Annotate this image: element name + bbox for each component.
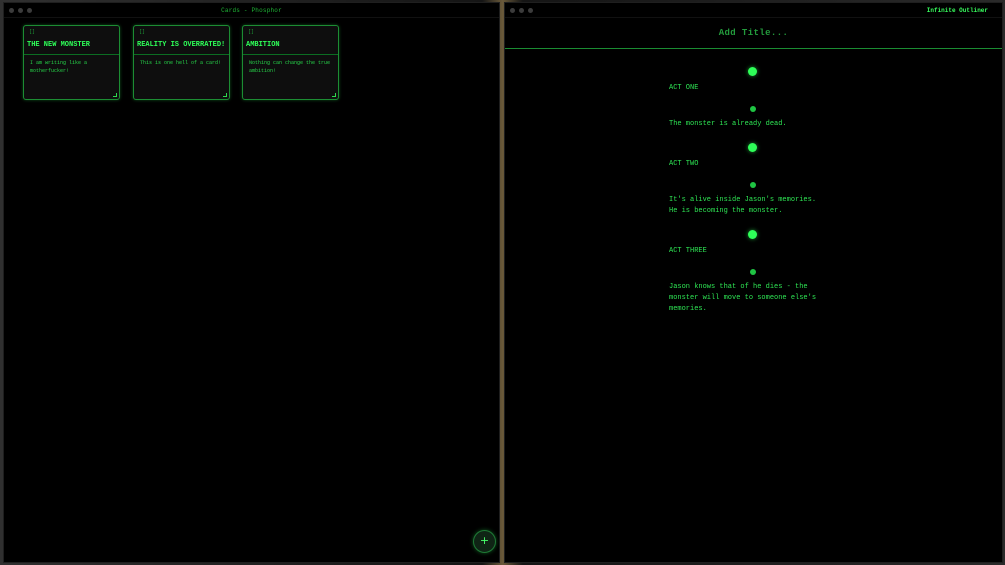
card-ambition[interactable]: [] AMBITION Nothing can change the true … [242,25,339,100]
outliner-window: Infinite Outliner Add Title... ACT ONE T… [504,2,1003,563]
bullet-icon[interactable] [750,269,756,275]
node-text[interactable]: ACT ONE [669,83,698,94]
cards-titlebar[interactable]: Cards - Phosphor [4,3,499,18]
resize-handle-icon[interactable] [113,93,117,97]
card-checkbox-icon[interactable]: [] [29,29,35,35]
node-text[interactable]: It's alive inside Jason's memories. He i… [669,195,816,217]
desktop: Cards - Phosphor [] THE NEW MONSTER I am… [0,0,1005,565]
bullet-icon[interactable] [750,182,756,188]
minimize-window-button[interactable] [519,7,524,13]
node-text[interactable]: The monster is already dead. [669,119,787,130]
bullet-icon[interactable] [748,143,757,152]
card-body[interactable]: I am writing like a motherfucker! [30,59,114,75]
window-title: Cards - Phosphor [221,6,282,14]
bullet-icon[interactable] [748,67,757,76]
card-checkbox-icon[interactable]: [] [139,29,145,35]
outline-title-input[interactable]: Add Title... [719,28,789,38]
resize-handle-icon[interactable] [332,93,336,97]
card-body[interactable]: This is one hell of a card! [140,59,224,67]
node-text[interactable]: ACT TWO [669,159,698,170]
card-title[interactable]: THE NEW MONSTER [24,37,119,55]
maximize-window-button[interactable] [528,7,533,13]
card-reality-is-overrated[interactable]: [] REALITY IS OVERRATED! This is one hel… [133,25,230,100]
add-card-button[interactable]: + [473,530,496,553]
card-the-new-monster[interactable]: [] THE NEW MONSTER I am writing like a m… [23,25,120,100]
outline-title-bar: Add Title... [505,18,1002,49]
app-name: Infinite Outliner [926,6,988,14]
card-checkbox-icon[interactable]: [] [248,29,254,35]
card-title[interactable]: AMBITION [243,37,338,55]
close-window-button[interactable] [510,7,515,13]
bullet-icon[interactable] [750,106,756,112]
cards-window: Cards - Phosphor [] THE NEW MONSTER I am… [3,2,500,563]
node-text[interactable]: ACT THREE [669,246,707,257]
card-body[interactable]: Nothing can change the true ambition! [249,59,333,75]
card-title[interactable]: REALITY IS OVERRATED! [134,37,229,55]
bullet-icon[interactable] [748,230,757,239]
outliner-titlebar[interactable]: Infinite Outliner [505,3,1002,18]
resize-handle-icon[interactable] [223,93,227,97]
window-controls [505,7,533,13]
node-text[interactable]: Jason knows that of he dies - the monste… [669,282,816,315]
